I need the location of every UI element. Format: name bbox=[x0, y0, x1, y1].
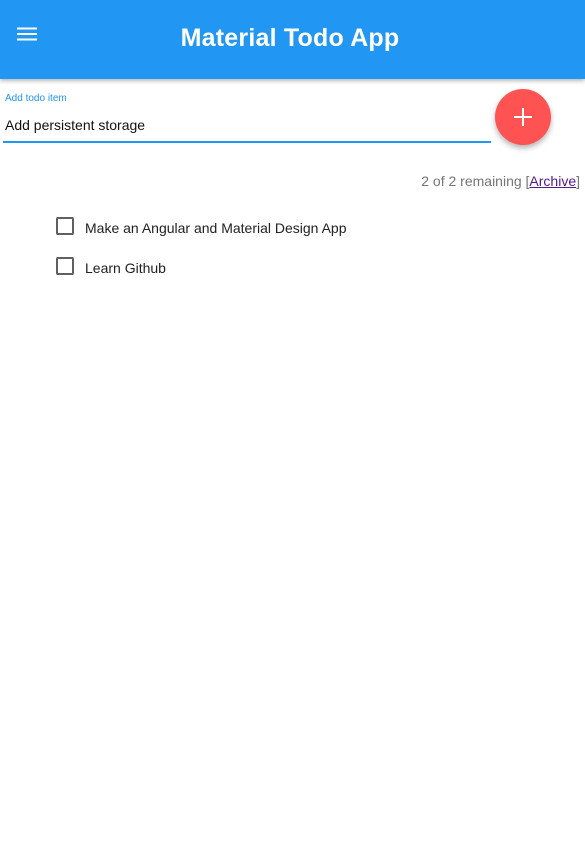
archive-link[interactable]: Archive bbox=[529, 173, 576, 189]
remaining-close-bracket: ] bbox=[576, 173, 580, 189]
todo-input[interactable] bbox=[3, 113, 491, 143]
todo-checkbox[interactable] bbox=[56, 217, 74, 235]
todo-checkbox[interactable] bbox=[56, 257, 74, 275]
toolbar: Material Todo App bbox=[0, 0, 585, 79]
todo-text: Make an Angular and Material Design App bbox=[85, 220, 347, 236]
add-todo-button[interactable] bbox=[495, 89, 551, 145]
app-title: Material Todo App bbox=[180, 24, 400, 52]
todo-item: Make an Angular and Material Design App bbox=[55, 207, 555, 247]
app: Material Todo App Add todo item 2 of 2 r… bbox=[0, 0, 585, 862]
plus-icon bbox=[514, 108, 532, 126]
remaining-count-text: 2 of 2 remaining [ bbox=[421, 173, 530, 189]
todo-input-container: Add todo item bbox=[3, 93, 491, 145]
todo-text: Learn Github bbox=[85, 260, 166, 276]
remaining-status: 2 of 2 remaining [Archive] bbox=[421, 173, 580, 189]
todo-input-label: Add todo item bbox=[5, 93, 67, 104]
todo-list: Make an Angular and Material Design App … bbox=[55, 207, 555, 287]
todo-item: Learn Github bbox=[55, 247, 555, 287]
